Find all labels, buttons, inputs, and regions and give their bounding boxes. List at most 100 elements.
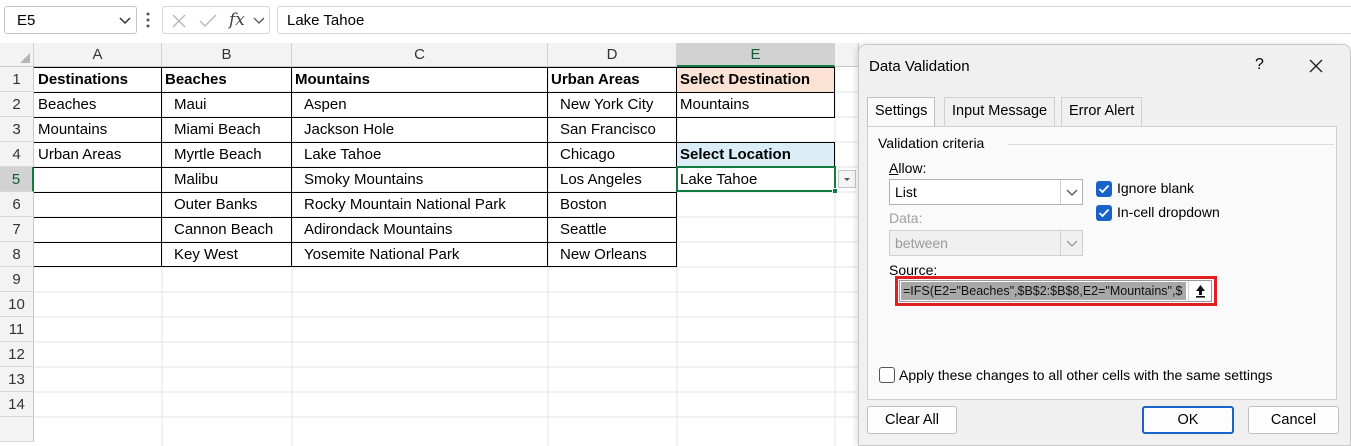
help-button[interactable]: ?	[1255, 56, 1264, 74]
enter-check-icon[interactable]	[199, 13, 217, 29]
column-header-d[interactable]: D	[548, 43, 677, 67]
allow-label: Allow:	[889, 160, 927, 176]
ok-button[interactable]: OK	[1142, 406, 1234, 434]
cell-b5[interactable]: Malibu	[174, 167, 218, 192]
cell-b6[interactable]: Outer Banks	[174, 192, 257, 217]
dialog-title: Data Validation	[869, 58, 970, 75]
collapse-dialog-icon	[1196, 285, 1205, 298]
cell-c4[interactable]: Lake Tahoe	[304, 142, 381, 167]
cell-c5[interactable]: Smoky Mountains	[304, 167, 423, 192]
cancel-button[interactable]: Cancel	[1248, 406, 1339, 434]
more-options-icon[interactable]	[146, 12, 150, 28]
row-header-5[interactable]: 5	[0, 167, 34, 192]
cell-a1[interactable]: Destinations	[38, 67, 128, 92]
cancel-icon[interactable]	[171, 13, 187, 29]
row-header-12[interactable]: 12	[0, 342, 34, 367]
chevron-down-icon[interactable]	[118, 13, 132, 27]
checkmark-icon	[1098, 208, 1110, 218]
tab-error-alert[interactable]: Error Alert	[1061, 97, 1143, 126]
cell-e1[interactable]: Select Destination	[680, 67, 810, 92]
apply-all-label[interactable]: Apply these changes to all other cells w…	[899, 367, 1273, 383]
fill-handle[interactable]	[832, 188, 838, 194]
select-all-corner[interactable]	[0, 43, 34, 67]
row-header-11[interactable]: 11	[0, 317, 34, 342]
column-header-e[interactable]: E	[677, 43, 835, 67]
cell-a4[interactable]: Urban Areas	[38, 142, 121, 167]
data-select: between	[889, 230, 1083, 256]
cell-a3[interactable]: Mountains	[38, 117, 107, 142]
cell-c1[interactable]: Mountains	[295, 67, 370, 92]
source-input[interactable]: =IFS(E2="Beaches",$B$2:$B$8,E2="Mountain…	[899, 280, 1212, 302]
cell-c2[interactable]: Aspen	[304, 92, 347, 117]
allow-select[interactable]: List	[889, 179, 1083, 205]
cell-d2[interactable]: New York City	[560, 92, 653, 117]
allow-value: List	[895, 184, 917, 200]
cell-d1[interactable]: Urban Areas	[551, 67, 640, 92]
cell-d6[interactable]: Boston	[560, 192, 607, 217]
source-formula-text: =IFS(E2="Beaches",$B$2:$B$8,E2="Mountain…	[903, 284, 1183, 298]
apply-all-checkbox[interactable]	[879, 367, 895, 383]
row-header-1[interactable]: 1	[0, 67, 34, 92]
in-cell-dropdown-label[interactable]: In-cell dropdown	[1117, 204, 1220, 220]
ignore-blank-checkbox[interactable]	[1096, 181, 1112, 197]
cell-c7[interactable]: Adirondack Mountains	[304, 217, 452, 242]
row-header-7[interactable]: 7	[0, 217, 34, 242]
cell-b2[interactable]: Maui	[174, 92, 207, 117]
formula-controls: fx	[162, 6, 270, 34]
range-select-button[interactable]	[1188, 281, 1211, 301]
formula-bar: E5 fx Lake Tahoe	[0, 0, 1351, 42]
formula-input[interactable]: Lake Tahoe	[277, 6, 1351, 34]
settings-panel: Validation criteria Allow: List Ignore b…	[867, 126, 1337, 400]
row-header-10[interactable]: 10	[0, 292, 34, 317]
cell-d5[interactable]: Los Angeles	[560, 167, 642, 192]
cell-b1[interactable]: Beaches	[165, 67, 227, 92]
cell-d4[interactable]: Chicago	[560, 142, 615, 167]
tab-input-message[interactable]: Input Message	[944, 97, 1056, 126]
cell-b7[interactable]: Cannon Beach	[174, 217, 273, 242]
row-header-3[interactable]: 3	[0, 117, 34, 142]
section-label: Validation criteria	[878, 135, 985, 151]
cell-e4[interactable]: Select Location	[680, 142, 791, 167]
cell-c6[interactable]: Rocky Mountain National Park	[304, 192, 506, 217]
column-header-b[interactable]: B	[162, 43, 292, 67]
data-value: between	[895, 235, 948, 251]
cell-e2[interactable]: Mountains	[680, 92, 749, 117]
cell-c3[interactable]: Jackson Hole	[304, 117, 394, 142]
data-validation-dialog: Data Validation ? Settings Input Message…	[858, 44, 1351, 446]
in-cell-dropdown-checkbox[interactable]	[1096, 205, 1112, 221]
clear-all-button[interactable]: Clear All	[867, 406, 957, 434]
cell-d7[interactable]: Seattle	[560, 217, 607, 242]
cell-d3[interactable]: San Francisco	[560, 117, 656, 142]
cell-b3[interactable]: Miami Beach	[174, 117, 261, 142]
cell-c8[interactable]: Yosemite National Park	[304, 242, 459, 267]
cell-a2[interactable]: Beaches	[38, 92, 96, 117]
in-cell-dropdown-button[interactable]	[838, 170, 856, 188]
column-header-c[interactable]: C	[292, 43, 548, 67]
active-cell-selection	[676, 166, 836, 192]
source-highlight-box: =IFS(E2="Beaches",$B$2:$B$8,E2="Mountain…	[895, 276, 1217, 306]
chevron-down-icon[interactable]	[253, 16, 265, 26]
row-header-2[interactable]: 2	[0, 92, 34, 117]
tab-settings[interactable]: Settings	[867, 97, 936, 127]
row-header-4[interactable]: 4	[0, 142, 34, 167]
checkmark-icon	[1098, 184, 1110, 194]
row-header-8[interactable]: 8	[0, 242, 34, 267]
cell-b4[interactable]: Myrtle Beach	[174, 142, 262, 167]
cell-d8[interactable]: New Orleans	[560, 242, 647, 267]
ignore-blank-label[interactable]: Ignore blank	[1117, 180, 1194, 196]
name-box-value: E5	[17, 12, 36, 29]
row-header-13[interactable]: 13	[0, 367, 34, 392]
row-header-9[interactable]: 9	[0, 267, 34, 292]
row-header-6[interactable]: 6	[0, 192, 34, 217]
row-header-14[interactable]: 14	[0, 392, 34, 417]
dropdown-arrow-icon	[844, 178, 850, 181]
column-header-f[interactable]	[835, 43, 859, 67]
insert-function-icon[interactable]: fx	[229, 10, 245, 30]
formula-text: Lake Tahoe	[287, 12, 365, 29]
chevron-down-icon	[1066, 240, 1078, 247]
column-header-a[interactable]: A	[34, 43, 162, 67]
name-box[interactable]: E5	[4, 6, 137, 34]
cell-b8[interactable]: Key West	[174, 242, 238, 267]
close-icon[interactable]	[1307, 57, 1325, 75]
row-header-15[interactable]	[0, 417, 34, 442]
